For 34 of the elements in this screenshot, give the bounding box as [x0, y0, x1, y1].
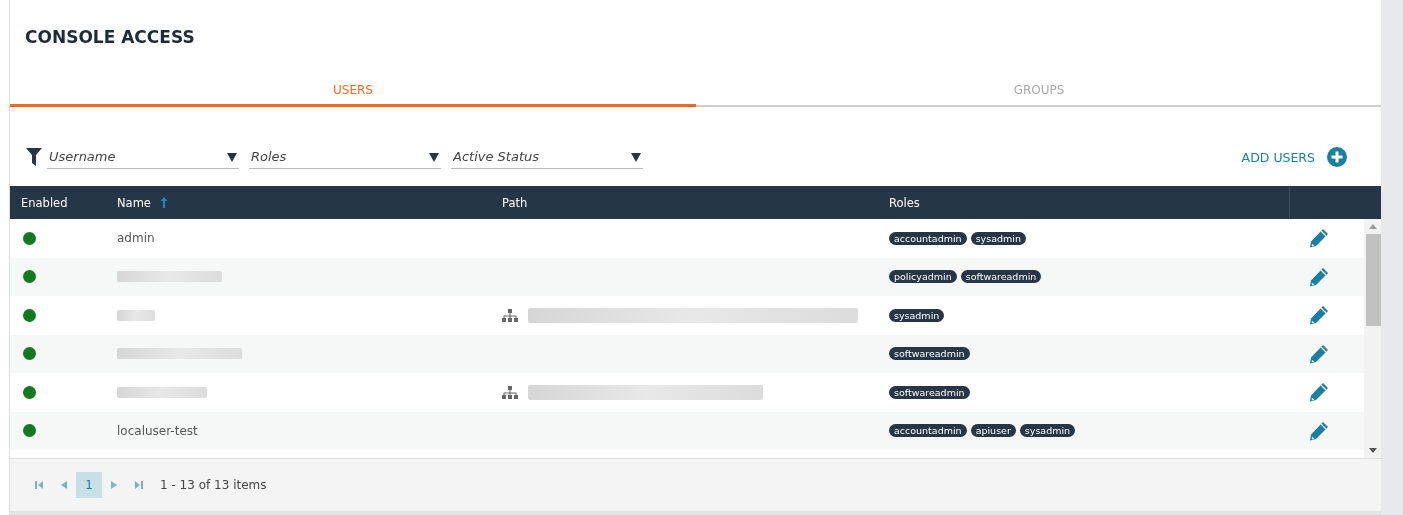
pencil-icon[interactable]	[1309, 228, 1329, 249]
pencil-icon[interactable]	[1309, 305, 1329, 326]
role-tag: sysadmin	[1019, 424, 1076, 438]
caret-icon	[429, 153, 439, 162]
role-tag: softwareadmin	[960, 270, 1042, 284]
pencil-icon[interactable]	[1309, 343, 1329, 364]
column-header[interactable]: Path	[502, 195, 528, 210]
column-header[interactable]: Enabled	[21, 195, 68, 210]
scrollbar[interactable]	[1364, 219, 1382, 458]
caret-icon	[631, 153, 641, 162]
role-tag: softwareadmin	[889, 385, 970, 399]
role-tag: accountadmin	[889, 424, 967, 438]
user-name: localuser-test	[117, 423, 198, 438]
pager-summary: 1 - 13 of 13 items	[160, 478, 267, 492]
filter-icon	[26, 148, 42, 166]
role-tag: softwareadmin	[889, 347, 970, 361]
pencil-icon[interactable]	[1309, 382, 1329, 403]
scroll-down-icon[interactable]	[1369, 448, 1377, 453]
caret-icon	[227, 153, 237, 162]
filter-dropdown[interactable]: Active Status	[451, 145, 643, 169]
column-header[interactable]: Name	[117, 195, 151, 210]
role-tag: sysadmin	[970, 231, 1026, 245]
role-tag: apiuser	[970, 424, 1016, 438]
page-title: CONSOLE ACCESS	[24, 26, 196, 49]
role-tag: accountadmin	[889, 231, 967, 245]
column-header[interactable]: Roles	[889, 195, 920, 210]
scroll-up-icon[interactable]	[1369, 224, 1377, 229]
add-users-button[interactable]: ADD USERS	[1241, 149, 1315, 165]
plus-circle-icon[interactable]	[1327, 147, 1347, 167]
pencil-icon[interactable]	[1309, 266, 1329, 287]
role-tag: policyadmin	[889, 270, 957, 284]
role-tag: sysadmin	[889, 308, 945, 322]
pencil-icon[interactable]	[1309, 420, 1329, 441]
user-name: admin	[117, 231, 155, 246]
